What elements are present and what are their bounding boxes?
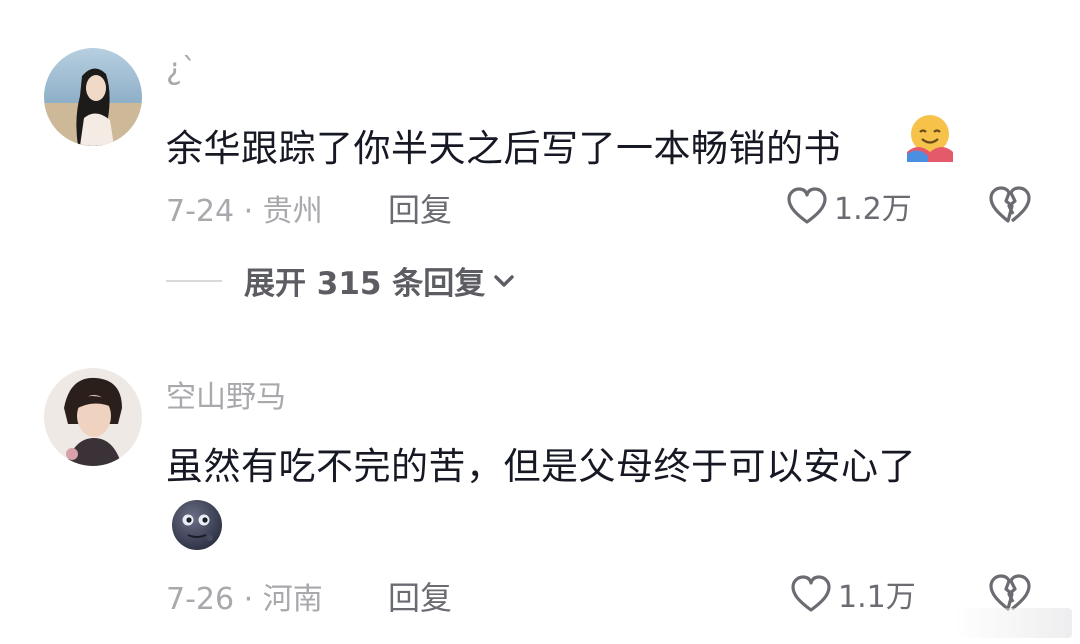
like-count: 1.1万 bbox=[838, 580, 916, 615]
hugging-face-emoji-icon bbox=[904, 112, 956, 168]
heart-outline-icon bbox=[791, 575, 831, 612]
comment-meta: 7-24 · 贵州 bbox=[166, 194, 323, 229]
comment-meta: 7-26 · 河南 bbox=[166, 582, 323, 617]
comment-text: 虽然有吃不完的苦，但是父母终于可以安心了 bbox=[166, 445, 916, 488]
watermark bbox=[954, 608, 1072, 638]
broken-heart-icon bbox=[989, 186, 1031, 223]
reply-button[interactable]: 回复 bbox=[388, 185, 452, 231]
username[interactable]: 空山野马 bbox=[166, 372, 286, 416]
reply-button[interactable]: 回复 bbox=[388, 573, 452, 619]
dislike-button[interactable] bbox=[988, 184, 1032, 230]
comment-text: 余华跟踪了你半天之后写了一本畅销的书 bbox=[166, 127, 841, 170]
new-moon-face-emoji-icon bbox=[170, 498, 224, 556]
chevron-down-icon bbox=[494, 274, 514, 287]
divider bbox=[166, 279, 222, 282]
like-button[interactable]: 1.2万 bbox=[786, 184, 912, 228]
like-button[interactable]: 1.1万 bbox=[790, 572, 916, 616]
like-count: 1.2万 bbox=[834, 192, 912, 227]
avatar[interactable] bbox=[44, 368, 142, 466]
avatar[interactable] bbox=[44, 48, 142, 146]
expand-replies-label: 展开 315 条回复 bbox=[244, 266, 486, 302]
heart-outline-icon bbox=[787, 187, 827, 224]
expand-replies-button[interactable]: 展开 315 条回复 bbox=[166, 258, 517, 303]
username[interactable]: ¿` bbox=[166, 52, 197, 87]
